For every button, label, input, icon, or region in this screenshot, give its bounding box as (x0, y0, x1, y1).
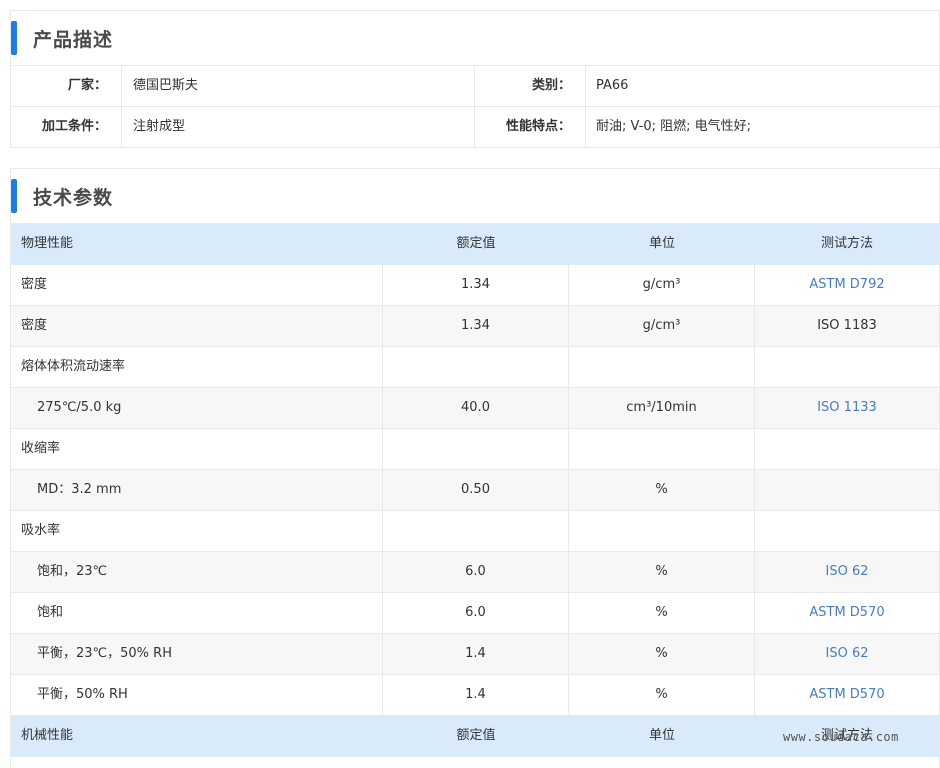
property-unit (569, 429, 755, 469)
product-description-title: 产品描述 (33, 28, 114, 51)
features-label: 性能特点： (475, 107, 586, 148)
table-row: 熔体体积流动速率 (11, 347, 939, 388)
category-label: 类别： (475, 66, 586, 106)
test-method-link[interactable]: ASTM D792 (755, 265, 939, 305)
property-unit (569, 511, 755, 551)
property-name: 平衡，23℃，50% RH (11, 634, 383, 674)
property-value (383, 429, 569, 469)
features-value: 耐油; V-0; 阻燃; 电气性好; (596, 119, 752, 134)
test-method (755, 511, 939, 551)
property-value: 1.34 (383, 265, 569, 305)
table-row: 吸水率 (11, 511, 939, 552)
table-header-row: 物理性能 额定值 单位 测试方法 (11, 224, 939, 265)
table-row: 饱和 6.0 % ASTM D570 (11, 593, 939, 634)
desc-row: 厂家： 德国巴斯夫 类别： PA66 (11, 66, 939, 107)
property-value (383, 347, 569, 387)
property-unit: % (569, 552, 755, 592)
property-value: 40.0 (383, 388, 569, 428)
table-row: 密度 1.34 g/cm³ ASTM D792 (11, 265, 939, 306)
header-property: 物理性能 (21, 236, 74, 251)
property-value: 1.4 (383, 675, 569, 715)
property-value: 1.4 (383, 634, 569, 674)
property-name: 熔体体积流动速率 (11, 347, 383, 387)
property-name: MD：3.2 mm (11, 470, 383, 510)
property-unit: % (569, 470, 755, 510)
property-name: 密度 (11, 265, 383, 305)
test-method-link[interactable]: ASTM D570 (755, 593, 939, 633)
processing-label: 加工条件： (11, 107, 122, 148)
property-unit: g/cm³ (569, 265, 755, 305)
table-row: 平衡，50% RH 1.4 % ASTM D570 (11, 675, 939, 716)
manufacturer-label: 厂家： (11, 66, 122, 106)
test-method-link[interactable]: ISO 1133 (755, 388, 939, 428)
test-method-link[interactable]: ISO 62 (755, 634, 939, 674)
property-name: 平衡，50% RH (11, 675, 383, 715)
property-name: 吸水率 (11, 511, 383, 551)
property-unit: % (569, 634, 755, 674)
test-method (755, 470, 939, 510)
table-row: 密度 1.34 g/cm³ ISO 1183 (11, 306, 939, 347)
test-method (755, 347, 939, 387)
property-unit: % (569, 593, 755, 633)
property-value: 1.34 (383, 306, 569, 346)
table-row: MD：3.2 mm 0.50 % (11, 470, 939, 511)
table-row: 饱和，23℃ 6.0 % ISO 62 (11, 552, 939, 593)
property-name: 饱和，23℃ (11, 552, 383, 592)
property-name: 275℃/5.0 kg (11, 388, 383, 428)
test-method-link[interactable]: ASTM D570 (755, 675, 939, 715)
header-value: 额定值 (456, 236, 496, 251)
test-method (755, 429, 939, 469)
product-description-header: 产品描述 (11, 11, 939, 66)
category-value: PA66 (596, 78, 629, 93)
parameters-table: 物理性能 额定值 单位 测试方法 密度 1.34 g/cm³ ASTM D792… (11, 224, 939, 757)
property-unit: g/cm³ (569, 306, 755, 346)
header-method: 测试方法 (820, 236, 873, 251)
watermark-text: www.soudaca.com (783, 730, 899, 744)
table-row: 收缩率 (11, 429, 939, 470)
header-unit: 单位 (648, 236, 675, 251)
product-description-card: 产品描述 厂家： 德国巴斯夫 类别： PA66 加工条件： 注射成型 性能特点：… (10, 10, 940, 148)
test-method: ISO 1183 (817, 318, 877, 333)
table-row: 275℃/5.0 kg 40.0 cm³/10min ISO 1133 (11, 388, 939, 429)
processing-value: 注射成型 (122, 107, 475, 148)
property-value: 6.0 (383, 593, 569, 633)
property-unit: cm³/10min (569, 388, 755, 428)
property-name: 密度 (11, 306, 383, 346)
section-accent-bar (11, 179, 17, 213)
section-accent-bar (11, 21, 17, 55)
header-value: 额定值 (456, 728, 496, 743)
technical-parameters-title: 技术参数 (33, 186, 114, 209)
technical-parameters-header: 技术参数 (11, 169, 939, 224)
property-name: 饱和 (11, 593, 383, 633)
header-unit: 单位 (648, 728, 675, 743)
table-row: 平衡，23℃，50% RH 1.4 % ISO 62 (11, 634, 939, 675)
property-unit: % (569, 675, 755, 715)
property-value: 6.0 (383, 552, 569, 592)
header-property: 机械性能 (21, 728, 74, 743)
desc-row: 加工条件： 注射成型 性能特点： 耐油; V-0; 阻燃; 电气性好; (11, 107, 939, 148)
manufacturer-value: 德国巴斯夫 (122, 66, 475, 106)
test-method-link[interactable]: ISO 62 (755, 552, 939, 592)
technical-parameters-card: 技术参数 物理性能 额定值 单位 测试方法 密度 1.34 g/cm³ ASTM… (10, 168, 940, 768)
property-unit (569, 347, 755, 387)
property-name: 收缩率 (11, 429, 383, 469)
property-value (383, 511, 569, 551)
property-value: 0.50 (383, 470, 569, 510)
